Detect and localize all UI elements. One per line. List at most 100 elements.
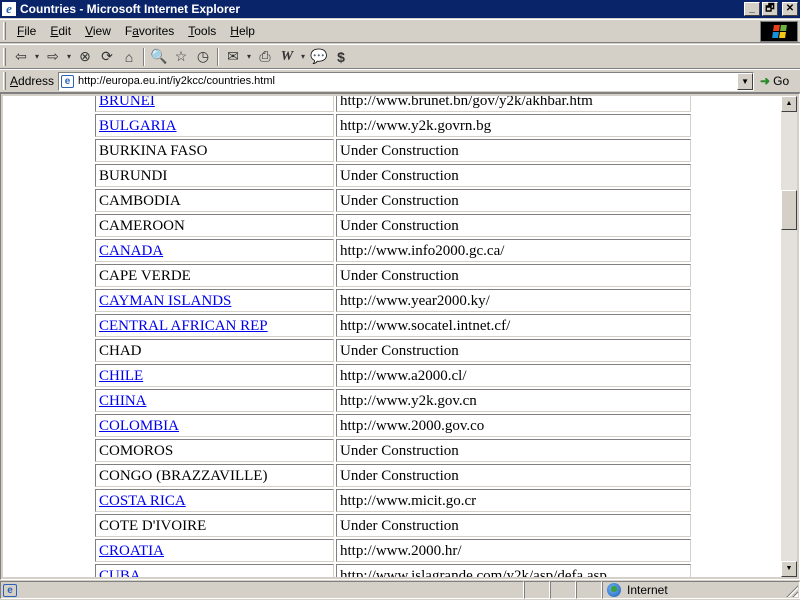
standard-toolbar: ⇦ ▾ ⇨ ▾ ⊗ ⟳ ⌂ 🔍 ☆ ◷ ✉ ▾ ⎙ W ▾ 💬 $ [0, 44, 800, 69]
menu-favorites[interactable]: Favorites [118, 24, 181, 38]
table-row: CANADA http://www.info2000.gc.ca/ [95, 239, 691, 264]
history-icon[interactable]: ◷ [192, 47, 214, 67]
mail-icon[interactable]: ✉ [222, 47, 244, 67]
table-row: CUBA http://www.islagrande.com/y2k/asp/de… [95, 564, 691, 577]
refresh-icon[interactable]: ⟳ [96, 47, 118, 67]
site-url: Under Construction [340, 518, 459, 534]
forward-dropdown-icon[interactable]: ▾ [64, 47, 74, 67]
table-row: CHILE http://www.a2000.cl/ [95, 364, 691, 389]
country-cell: CAMBODIA [95, 189, 334, 212]
table-row: COSTA RICA http://www.micit.go.cr [95, 489, 691, 514]
country-link[interactable]: CHILE [99, 368, 143, 384]
country-cell: CHAD [95, 339, 334, 362]
go-button[interactable]: ➜ Go [760, 74, 789, 88]
address-bar: Address e http://europa.eu.int/iy2kcc/co… [0, 69, 800, 93]
menu-grip[interactable] [3, 22, 6, 40]
table-row: CENTRAL AFRICAN REP http://www.socatel.in… [95, 314, 691, 339]
country-link[interactable]: BULGARIA [99, 118, 177, 134]
edit-icon[interactable]: W [276, 47, 298, 67]
vertical-scrollbar[interactable]: ▲ ▼ [781, 96, 797, 577]
forward-arrow-icon[interactable]: ⇨ [42, 47, 64, 67]
window-controls: _ 🗗 ✕ [742, 2, 798, 16]
site-cell: Under Construction [336, 264, 691, 287]
address-dropdown-icon[interactable]: ▼ [737, 72, 754, 90]
status-panel [576, 581, 602, 599]
country-cell: CAYMAN ISLANDS [95, 289, 334, 312]
country-link[interactable]: COSTA RICA [99, 493, 186, 509]
site-url: Under Construction [340, 193, 459, 209]
site-url: http://www.year2000.ky/ [340, 293, 490, 309]
country-link[interactable]: CROATIA [99, 543, 164, 559]
menu-view[interactable]: View [78, 24, 118, 38]
back-arrow-icon[interactable]: ⇦ [10, 47, 32, 67]
table-row: BURUNDI Under Construction [95, 164, 691, 189]
country-name: CONGO (BRAZZAVILLE) [99, 468, 268, 484]
scroll-up-icon[interactable]: ▲ [781, 96, 797, 112]
country-link[interactable]: CANADA [99, 243, 163, 259]
country-link[interactable]: CHINA [99, 393, 147, 409]
country-cell: BULGARIA [95, 114, 334, 137]
resize-grip[interactable] [786, 585, 798, 597]
country-link[interactable]: CAYMAN ISLANDS [99, 293, 231, 309]
page-icon: e [61, 74, 75, 88]
country-link[interactable]: COLOMBIA [99, 418, 179, 434]
country-link[interactable]: CENTRAL AFRICAN REP [99, 318, 268, 334]
close-button[interactable]: ✕ [782, 2, 798, 16]
discuss-icon[interactable]: 💬 [308, 47, 330, 67]
site-url: Under Construction [340, 168, 459, 184]
back-dropdown-icon[interactable]: ▾ [32, 47, 42, 67]
mail-dropdown-icon[interactable]: ▾ [244, 47, 254, 67]
site-cell: Under Construction [336, 464, 691, 487]
country-cell: CUBA [95, 564, 334, 577]
scroll-thumb[interactable] [781, 190, 797, 230]
menu-edit[interactable]: Edit [43, 24, 78, 38]
country-link[interactable]: BRUNEI [99, 96, 155, 109]
security-zone-panel: Internet [602, 581, 800, 599]
country-name: CAPE VERDE [99, 268, 191, 284]
address-grip[interactable] [3, 72, 6, 90]
site-cell: http://www.socatel.intnet.cf/ [336, 314, 691, 337]
site-url: http://www.y2k.govrn.bg [340, 118, 492, 134]
home-icon[interactable]: ⌂ [118, 47, 140, 67]
related-icon[interactable]: $ [330, 47, 352, 67]
address-url: http://europa.eu.int/iy2kcc/countries.ht… [78, 75, 275, 87]
status-bar: e Internet [0, 580, 800, 600]
go-arrow-icon: ➜ [760, 74, 771, 88]
scroll-down-icon[interactable]: ▼ [781, 561, 797, 577]
go-label: Go [773, 74, 790, 88]
zone-label: Internet [627, 583, 668, 597]
site-cell: http://www.year2000.ky/ [336, 289, 691, 312]
menu-help[interactable]: Help [223, 24, 262, 38]
toolbar-separator [143, 47, 145, 66]
site-cell: http://www.islagrande.com/y2k/asp/defa.a… [336, 564, 691, 577]
site-url: http://www.2000.hr/ [340, 543, 462, 559]
site-cell: http://www.y2k.govrn.bg [336, 114, 691, 137]
country-cell: CENTRAL AFRICAN REP [95, 314, 334, 337]
minimize-button[interactable]: _ [744, 2, 760, 16]
table-row: CHAD Under Construction [95, 339, 691, 364]
toolbar-grip[interactable] [3, 47, 6, 66]
menu-file[interactable]: File [10, 24, 43, 38]
address-label: Address [10, 74, 55, 88]
country-name: CAMEROON [99, 218, 185, 234]
country-name: COMOROS [99, 443, 174, 459]
country-cell: CHILE [95, 364, 334, 387]
menu-bar: File Edit View Favorites Tools Help [0, 19, 800, 43]
restore-button[interactable]: 🗗 [762, 2, 778, 16]
print-icon[interactable]: ⎙ [254, 47, 276, 67]
site-url: http://www.socatel.intnet.cf/ [340, 318, 511, 334]
menu-tools[interactable]: Tools [181, 24, 223, 38]
country-link[interactable]: CUBA [99, 568, 141, 577]
page-content: BRUNEI http://www.brunet.bn/gov/y2k/akhba… [3, 96, 782, 577]
favorites-icon[interactable]: ☆ [170, 47, 192, 67]
stop-icon[interactable]: ⊗ [74, 47, 96, 67]
search-icon[interactable]: 🔍 [148, 47, 170, 67]
site-url: Under Construction [340, 218, 459, 234]
ie-logo-icon: e [2, 2, 16, 16]
address-input[interactable]: e http://europa.eu.int/iy2kcc/countries.… [58, 71, 755, 91]
edit-dropdown-icon[interactable]: ▾ [298, 47, 308, 67]
table-row: CHINA http://www.y2k.gov.cn [95, 389, 691, 414]
site-url: Under Construction [340, 468, 459, 484]
site-cell: Under Construction [336, 189, 691, 212]
country-cell: COSTA RICA [95, 489, 334, 512]
